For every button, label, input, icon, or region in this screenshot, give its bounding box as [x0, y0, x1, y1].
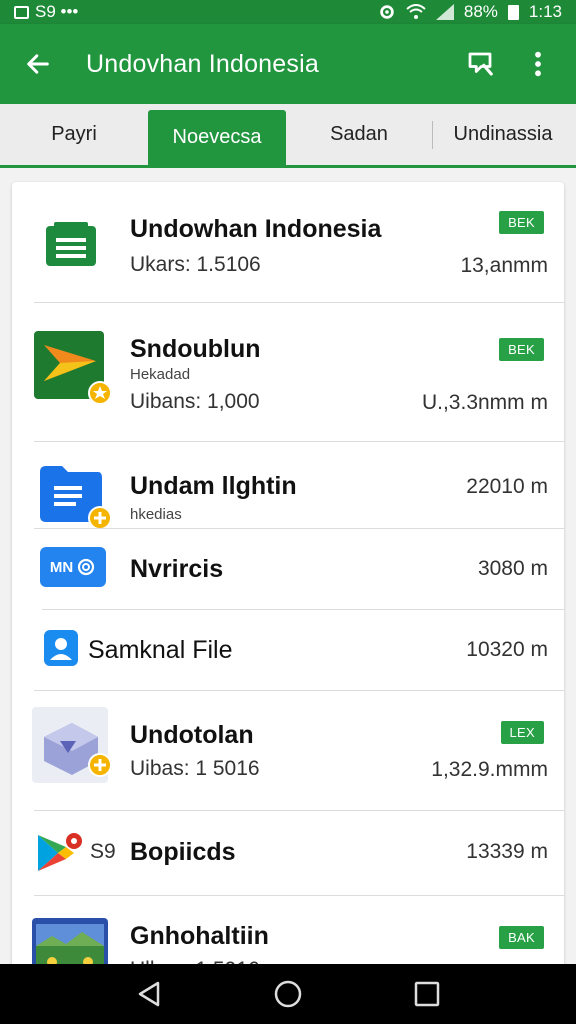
settings-icon	[380, 5, 394, 19]
item-meta: 10320 m	[466, 638, 548, 661]
signal-icon	[435, 4, 454, 20]
list-item[interactable]: Gnhohaltiin Ulbas: 1 5016 BAK	[12, 896, 564, 972]
list-item[interactable]: Samknal File 10320 m	[12, 610, 564, 691]
tab-undinassia[interactable]: Undinassia	[433, 104, 573, 165]
item-meta: 13,anmm	[460, 254, 548, 277]
item-meta: 13339 m	[466, 840, 548, 863]
arrow-left-icon	[27, 54, 49, 74]
status-time: 1:13	[528, 2, 562, 21]
item-meta: 1,32.9.mmm	[431, 758, 548, 781]
battery-icon	[507, 4, 519, 20]
play-store-icon	[36, 831, 84, 878]
item-title: Sndoublun	[130, 335, 261, 363]
status-badge: BEK	[499, 211, 544, 234]
status-left-text: S9 •••	[35, 2, 79, 21]
item-meta: 22010 m	[466, 475, 548, 498]
mail-icon-label: MN	[49, 558, 74, 576]
battery-percent: 88%	[463, 2, 498, 21]
play-arrow-icon	[34, 331, 112, 412]
list-item[interactable]: Undam llghtin hkedias 22010 m	[12, 442, 564, 530]
item-subtitle: Uibans: 1,000	[130, 390, 260, 413]
home-circle-icon	[274, 980, 302, 1008]
item-title: Gnhohaltiin	[130, 922, 269, 950]
tab-noevecsa[interactable]: Noevecsa	[148, 110, 286, 165]
recents-square-icon	[414, 981, 439, 1007]
list-item[interactable]: Sndoublun Hekadad Uibans: 1,000 BEK U.,3…	[12, 303, 564, 442]
list-item[interactable]: Undowhan Indonesia Ukars: 1.5106 BEK 13,…	[12, 182, 564, 303]
item-meta: 3080 m	[477, 557, 548, 580]
status-badge: BAK	[499, 926, 544, 949]
search-button[interactable]	[460, 44, 500, 84]
tab-bar: Payri Noevecsa Sadan Undinassia	[0, 104, 576, 168]
back-button[interactable]	[18, 44, 58, 84]
nav-home-button[interactable]	[268, 974, 308, 1014]
item-meta: U.,3.3nmm m	[421, 391, 548, 414]
navigation-bar	[0, 964, 576, 1024]
item-title: Bopiicds	[130, 838, 236, 866]
nav-back-button[interactable]	[129, 974, 169, 1014]
notification-icon	[14, 5, 29, 19]
wifi-icon	[406, 4, 426, 19]
contact-icon	[44, 630, 78, 671]
overflow-menu-button[interactable]	[518, 44, 558, 84]
item-caption: Hekadad	[130, 366, 191, 383]
item-title: Samknal File	[88, 636, 233, 664]
status-bar: S9 ••• 88% 1:13	[0, 0, 576, 24]
document-icon	[46, 222, 96, 271]
more-vert-icon	[535, 51, 541, 77]
list-item[interactable]: Undotolan Uibas: 1 5016 LEX 1,32.9.mmm	[12, 691, 564, 811]
mail-icon: MN	[40, 547, 106, 587]
search-icon	[468, 52, 493, 76]
cube-icon	[32, 707, 112, 783]
tab-sadan[interactable]: Sadan	[286, 104, 432, 165]
list-item[interactable]: MN Nvrircis 3080 m	[12, 529, 564, 610]
item-subtitle: Uibas: 1 5016	[130, 757, 260, 780]
item-subtitle: Ukars: 1.5106	[130, 253, 261, 276]
app-bar: Undovhan Indonesia	[0, 24, 576, 104]
status-badge: BEK	[499, 338, 544, 361]
item-title: Undotolan	[130, 721, 254, 749]
list-item[interactable]: S9 Bopiicds 13339 m	[12, 811, 564, 896]
back-triangle-icon	[139, 981, 160, 1007]
tab-payri[interactable]: Payri	[0, 104, 148, 165]
nav-recents-button[interactable]	[407, 974, 447, 1014]
item-caption: hkedias	[130, 506, 182, 523]
app-list-card: Undowhan Indonesia Ukars: 1.5106 BEK 13,…	[12, 182, 564, 972]
status-badge: LEX	[500, 721, 544, 744]
app-title: Undovhan Indonesia	[86, 49, 319, 78]
item-title: Undam llghtin	[130, 472, 297, 500]
item-title: Nvrircis	[130, 555, 224, 583]
item-title: Undowhan Indonesia	[130, 215, 382, 243]
item-prefix: S9	[90, 840, 116, 863]
